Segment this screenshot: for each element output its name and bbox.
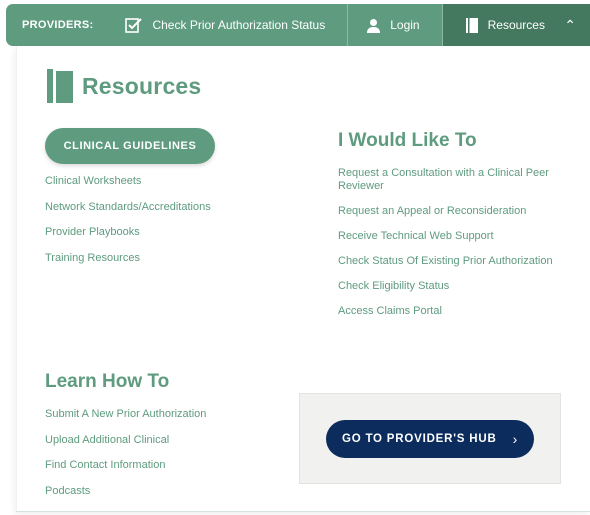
link-network-standards[interactable]: Network Standards/Accreditations	[45, 201, 211, 227]
chevron-up-icon: ⌃	[564, 16, 576, 33]
go-to-providers-hub-button[interactable]: GO TO PROVIDER'S HUB ›	[326, 419, 534, 458]
link-find-contact[interactable]: Find Contact Information	[45, 459, 206, 485]
link-training-resources[interactable]: Training Resources	[45, 252, 211, 278]
chevron-right-icon: ›	[512, 430, 519, 447]
check-status-label: Check Prior Authorization Status	[152, 18, 326, 32]
providers-label: PROVIDERS:	[22, 19, 94, 31]
learn-how-heading: Learn How To	[45, 371, 170, 392]
link-clinical-worksheets[interactable]: Clinical Worksheets	[45, 175, 211, 201]
link-submit-prior-auth[interactable]: Submit A New Prior Authorization	[45, 408, 206, 434]
check-prior-authorization-link[interactable]: Check Prior Authorization Status	[113, 4, 347, 46]
link-provider-playbooks[interactable]: Provider Playbooks	[45, 226, 211, 252]
resources-heading: Resources	[46, 68, 201, 104]
link-request-consultation[interactable]: Request a Consultation with a Clinical P…	[338, 167, 578, 193]
resources-title: Resources	[82, 72, 202, 99]
would-like-links-list: Request a Consultation with a Clinical P…	[338, 167, 578, 330]
would-like-heading: I Would Like To	[338, 130, 477, 151]
page: PROVIDERS: Check Prior Authorization Sta…	[0, 0, 590, 515]
learn-links-list: Submit A New Prior Authorization Upload …	[45, 408, 206, 510]
hub-button-label: GO TO PROVIDER'S HUB	[341, 432, 497, 445]
checklist-icon	[125, 18, 143, 33]
resources-label: Resources	[487, 18, 545, 32]
link-podcasts[interactable]: Podcasts	[45, 485, 206, 511]
link-claims-portal[interactable]: Access Claims Portal	[338, 305, 578, 318]
book-icon	[465, 17, 478, 33]
link-upload-clinical[interactable]: Upload Additional Clinical	[45, 434, 206, 460]
login-link[interactable]: Login	[348, 4, 441, 46]
link-request-appeal[interactable]: Request an Appeal or Reconsideration	[338, 205, 578, 218]
login-label: Login	[390, 18, 420, 32]
user-icon	[367, 18, 381, 33]
link-check-prior-auth-status[interactable]: Check Status Of Existing Prior Authoriza…	[338, 255, 578, 268]
resources-links-list: Clinical Worksheets Network Standards/Ac…	[45, 175, 211, 277]
clinical-guidelines-button[interactable]: CLINICAL GUIDELINES	[45, 128, 215, 164]
divider	[16, 511, 590, 512]
link-technical-support[interactable]: Receive Technical Web Support	[338, 230, 578, 243]
link-check-eligibility[interactable]: Check Eligibility Status	[338, 280, 578, 293]
resources-menu-toggle[interactable]: Resources ⌃	[442, 4, 590, 46]
provider-nav-bar: PROVIDERS: Check Prior Authorization Sta…	[6, 4, 590, 46]
book-icon	[47, 69, 73, 103]
providers-hub-callout: GO TO PROVIDER'S HUB ›	[299, 393, 561, 484]
